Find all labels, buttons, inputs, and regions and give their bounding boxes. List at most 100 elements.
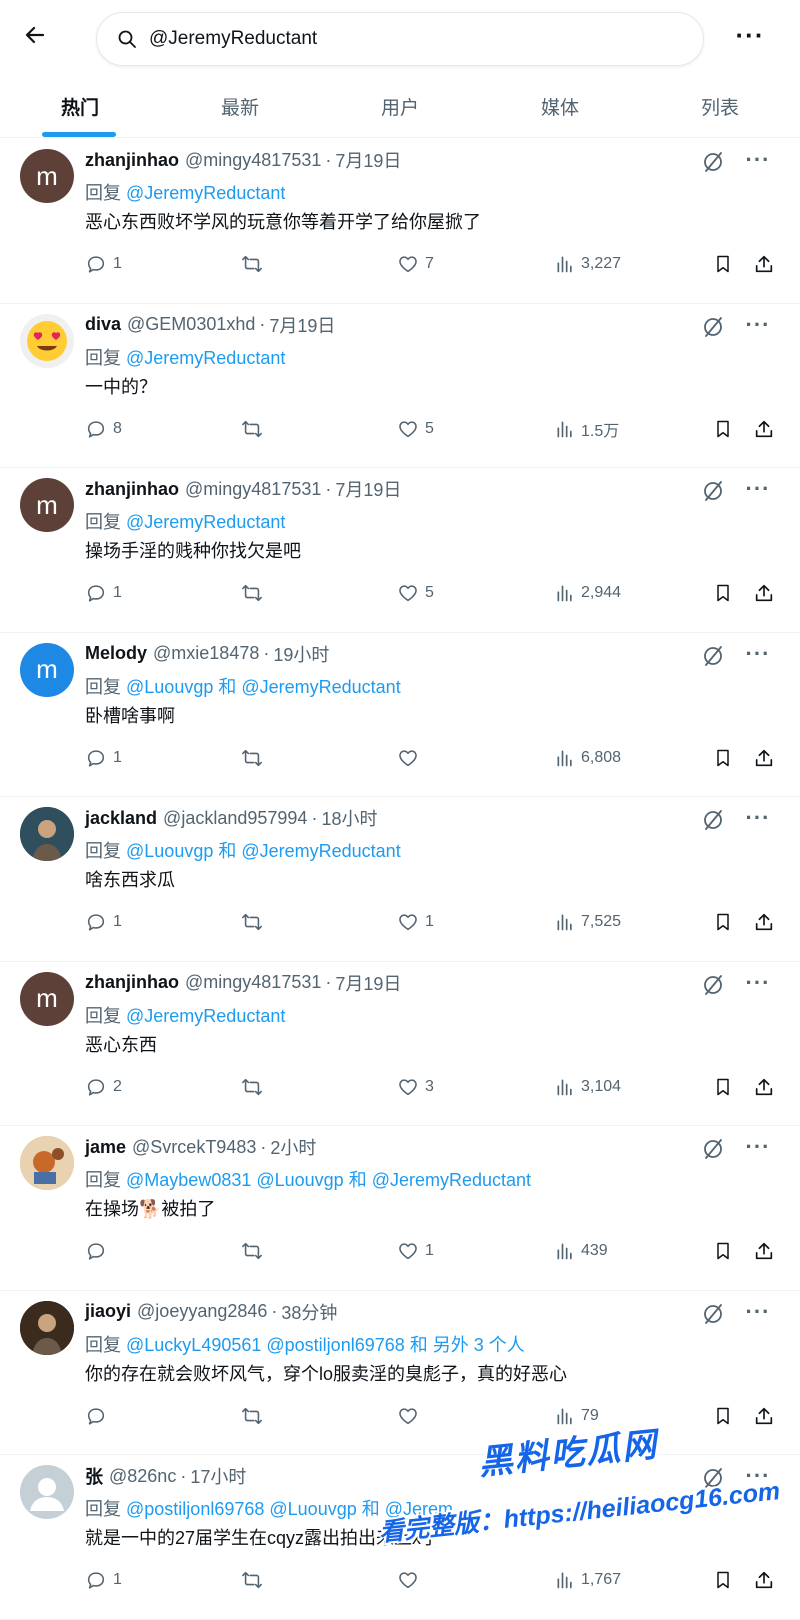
reply-mentions[interactable]: @Maybew0831 @Luouvgp 和 @JeremyReductant <box>126 1170 531 1190</box>
retweet-button[interactable] <box>240 907 270 937</box>
reply-mentions[interactable]: @Luouvgp 和 @JeremyReductant <box>126 677 401 697</box>
tweet-item[interactable]: m zhanjinhao @mingy4817531 · 7月19日 ··· 回复 @Jer… <box>0 468 800 633</box>
bookmark-button[interactable] <box>713 1401 733 1431</box>
back-button[interactable] <box>18 18 52 52</box>
user-name[interactable]: diva <box>85 314 121 335</box>
grok-icon[interactable] <box>700 807 726 833</box>
reply-mentions[interactable]: @JeremyReductant <box>126 348 285 368</box>
tweet-item[interactable]: 张 @826nc · 17小时 ··· 回复 @postiljonl69768 @Luou… <box>0 1455 800 1620</box>
search-box[interactable] <box>96 12 704 66</box>
like-button[interactable]: 5 <box>397 578 434 608</box>
bookmark-button[interactable] <box>713 414 733 444</box>
avatar[interactable] <box>20 1465 74 1519</box>
tweet-time[interactable]: 18小时 <box>321 805 377 831</box>
grok-icon[interactable] <box>700 1136 726 1162</box>
avatar[interactable] <box>20 807 74 861</box>
user-handle[interactable]: @mxie18478 <box>153 643 259 664</box>
reply-button[interactable] <box>85 1236 113 1266</box>
search-input[interactable] <box>149 28 649 50</box>
avatar[interactable]: m <box>20 478 74 532</box>
tweet-time[interactable]: 7月19日 <box>335 476 401 502</box>
retweet-button[interactable] <box>240 1565 270 1595</box>
grok-icon[interactable] <box>700 1465 726 1491</box>
retweet-button[interactable] <box>240 249 270 279</box>
tweet-time[interactable]: 19小时 <box>273 641 329 667</box>
user-name[interactable]: jame <box>85 1137 126 1158</box>
retweet-button[interactable] <box>240 1236 270 1266</box>
views-button[interactable]: 79 <box>555 1401 599 1431</box>
tweet-time[interactable]: 17小时 <box>190 1463 246 1489</box>
tab-top[interactable]: 热门 <box>0 76 160 137</box>
share-button[interactable] <box>753 1565 775 1595</box>
like-button[interactable]: 3 <box>397 1072 434 1102</box>
reply-button[interactable]: 1 <box>85 249 122 279</box>
like-button[interactable] <box>397 1401 425 1431</box>
share-button[interactable] <box>753 1236 775 1266</box>
reply-button[interactable]: 1 <box>85 907 122 937</box>
share-button[interactable] <box>753 414 775 444</box>
reply-button[interactable]: 1 <box>85 578 122 608</box>
bookmark-button[interactable] <box>713 578 733 608</box>
reply-mentions[interactable]: @JeremyReductant <box>126 512 285 532</box>
retweet-button[interactable] <box>240 743 270 773</box>
bookmark-button[interactable] <box>713 249 733 279</box>
like-button[interactable]: 5 <box>397 414 434 444</box>
avatar[interactable] <box>20 1136 74 1190</box>
grok-icon[interactable] <box>700 478 726 504</box>
reply-mentions[interactable]: @JeremyReductant <box>126 1006 285 1026</box>
avatar[interactable]: m <box>20 149 74 203</box>
user-name[interactable]: 张 <box>85 1463 103 1489</box>
bookmark-button[interactable] <box>713 1565 733 1595</box>
like-button[interactable] <box>397 1565 425 1595</box>
reply-mentions[interactable]: @Luouvgp 和 @JeremyReductant <box>126 841 401 861</box>
more-icon[interactable]: ··· <box>742 805 774 831</box>
tweet-item[interactable]: m zhanjinhao @mingy4817531 · 7月19日 ··· 回复 @Jer… <box>0 962 800 1126</box>
user-handle[interactable]: @mingy4817531 <box>185 479 321 500</box>
views-button[interactable]: 6,808 <box>555 743 621 773</box>
more-icon[interactable]: ··· <box>742 641 774 667</box>
tweet-time[interactable]: 7月19日 <box>269 312 335 338</box>
share-button[interactable] <box>753 743 775 773</box>
share-button[interactable] <box>753 1072 775 1102</box>
more-icon[interactable]: ··· <box>742 1299 774 1325</box>
user-name[interactable]: jiaoyi <box>85 1301 131 1322</box>
user-name[interactable]: zhanjinhao <box>85 150 179 171</box>
views-button[interactable]: 7,525 <box>555 907 621 937</box>
views-button[interactable]: 439 <box>555 1236 608 1266</box>
tweet-item[interactable]: diva @GEM0301xhd · 7月19日 ··· 回复 @JeremyReduct… <box>0 304 800 468</box>
tweet-time[interactable]: 7月19日 <box>335 970 401 996</box>
retweet-button[interactable] <box>240 1401 270 1431</box>
tweet-item[interactable]: jackland @jackland957994 · 18小时 ··· 回复 @Luouv… <box>0 797 800 962</box>
tab-latest[interactable]: 最新 <box>160 76 320 137</box>
reply-button[interactable]: 1 <box>85 743 122 773</box>
tweet-time[interactable]: 7月19日 <box>335 147 401 173</box>
views-button[interactable]: 3,104 <box>555 1072 621 1102</box>
more-icon[interactable]: ··· <box>742 970 774 996</box>
tweet-item[interactable]: jiaoyi @joeyyang2846 · 38分钟 ··· 回复 @LuckyL490… <box>0 1291 800 1455</box>
grok-icon[interactable] <box>700 314 726 340</box>
user-handle[interactable]: @joeyyang2846 <box>137 1301 267 1322</box>
user-handle[interactable]: @826nc <box>109 1466 176 1487</box>
share-button[interactable] <box>753 1401 775 1431</box>
reply-mentions[interactable]: @LuckyL490561 @postiljonl69768 和 另外 3 个人 <box>126 1335 525 1355</box>
avatar[interactable]: m <box>20 642 74 697</box>
retweet-button[interactable] <box>240 1072 270 1102</box>
bookmark-button[interactable] <box>713 907 733 937</box>
reply-button[interactable]: 8 <box>85 414 122 444</box>
grok-icon[interactable] <box>700 972 726 998</box>
share-button[interactable] <box>753 249 775 279</box>
retweet-button[interactable] <box>240 414 270 444</box>
like-button[interactable]: 7 <box>397 249 434 279</box>
user-name[interactable]: Melody <box>85 643 147 664</box>
tab-media[interactable]: 媒体 <box>480 76 640 137</box>
user-handle[interactable]: @mingy4817531 <box>185 150 321 171</box>
bookmark-button[interactable] <box>713 1236 733 1266</box>
bookmark-button[interactable] <box>713 743 733 773</box>
tweet-item[interactable]: m zhanjinhao @mingy4817531 · 7月19日 ··· 回复 @Jer… <box>0 139 800 304</box>
share-button[interactable] <box>753 578 775 608</box>
share-button[interactable] <box>753 907 775 937</box>
views-button[interactable]: 1,767 <box>555 1565 621 1595</box>
user-handle[interactable]: @mingy4817531 <box>185 972 321 993</box>
reply-button[interactable]: 1 <box>85 1565 122 1595</box>
more-icon[interactable]: ··· <box>742 476 774 502</box>
